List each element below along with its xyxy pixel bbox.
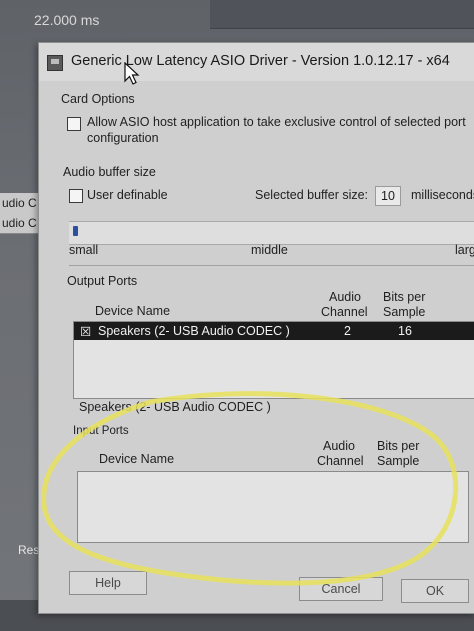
exclusive-control-checkbox[interactable] xyxy=(67,117,81,131)
output-col-bits: Bits per xyxy=(383,290,426,304)
output-port-row[interactable]: ☒ Speakers (2- USB Audio CODEC ) 2 16 xyxy=(74,322,474,340)
output-ports-list[interactable]: ☒ Speakers (2- USB Audio CODEC ) 2 16 xyxy=(73,321,474,399)
input-col-channel-2: Channel xyxy=(317,454,364,468)
output-col-channel: Audio xyxy=(329,290,361,304)
port-checkbox[interactable]: ☒ xyxy=(80,324,91,339)
asio-driver-dialog: Generic Low Latency ASIO Driver - Versio… xyxy=(38,42,474,614)
output-col-bits-2: Sample xyxy=(383,305,426,319)
slider-mark-middle: middle xyxy=(251,243,288,257)
buffer-size-slider[interactable] xyxy=(69,221,474,245)
input-col-bits: Bits per xyxy=(377,439,420,453)
selected-buffer-label: Selected buffer size: xyxy=(255,188,369,202)
input-col-device: Device Name xyxy=(99,452,175,466)
divider xyxy=(69,265,474,266)
input-col-bits-2: Sample xyxy=(377,454,420,468)
slider-mark-large: large xyxy=(455,243,474,257)
exclusive-control-label: Allow ASIO host application to take excl… xyxy=(87,115,466,129)
exclusive-control-label-cont: configuration xyxy=(87,131,159,145)
buffer-size-heading: Audio buffer size xyxy=(63,165,156,179)
input-ports-list[interactable] xyxy=(77,471,469,543)
host-app-toolbar xyxy=(210,0,474,29)
dialog-titlebar[interactable]: Generic Low Latency ASIO Driver - Versio… xyxy=(39,43,474,81)
port-channels: 2 xyxy=(344,324,351,338)
host-app-latency-value: 22.000 ms xyxy=(34,12,100,28)
output-col-device: Device Name xyxy=(95,304,171,318)
port-bits: 16 xyxy=(398,324,412,338)
cancel-button[interactable]: Cancel xyxy=(299,577,383,601)
slider-thumb[interactable] xyxy=(73,226,78,236)
port-name: Speakers (2- USB Audio CODEC ) xyxy=(98,324,290,338)
slider-mark-small: small xyxy=(69,243,99,257)
app-icon xyxy=(47,55,63,71)
input-ports-heading: Input Ports xyxy=(73,425,129,437)
selected-output-device: Speakers (2- USB Audio CODEC ) xyxy=(79,400,271,414)
buffer-size-field[interactable]: 10 xyxy=(375,186,401,206)
output-col-channel-2: Channel xyxy=(321,305,368,319)
output-ports-heading: Output Ports xyxy=(67,274,138,288)
buffer-unit-label: milliseconds xyxy=(411,188,474,202)
input-col-channel: Audio xyxy=(323,439,355,453)
user-definable-label: User definable xyxy=(87,188,168,202)
help-button[interactable]: Help xyxy=(69,571,147,595)
ok-button[interactable]: OK xyxy=(401,579,469,603)
card-options-heading: Card Options xyxy=(61,92,135,106)
user-definable-checkbox[interactable] xyxy=(69,189,83,203)
